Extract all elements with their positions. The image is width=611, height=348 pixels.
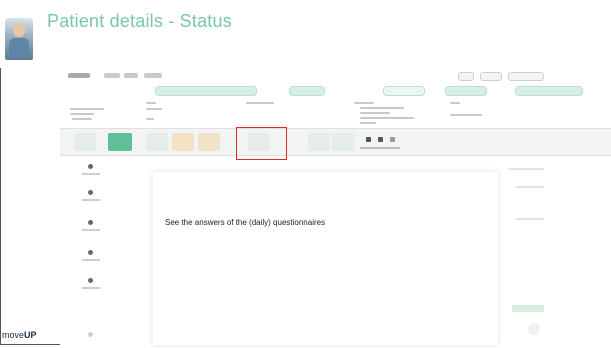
page-title: Patient details - Status xyxy=(47,11,232,31)
info-text xyxy=(146,118,154,120)
sidebar-item[interactable] xyxy=(78,276,104,294)
info-text xyxy=(70,108,104,110)
brand-suffix: UP xyxy=(24,330,37,340)
toolbar-label xyxy=(360,147,400,149)
info-text xyxy=(354,102,374,104)
info-text xyxy=(72,118,92,120)
info-text xyxy=(70,113,94,115)
toolbar-status-button[interactable] xyxy=(108,133,132,151)
user-menu-button[interactable] xyxy=(508,72,544,81)
panel-text xyxy=(508,168,544,170)
sidebar-item[interactable] xyxy=(78,188,104,206)
highlight-box xyxy=(236,127,287,160)
sidebar-icon xyxy=(88,164,93,169)
toolbar-button[interactable] xyxy=(146,133,168,151)
info-text xyxy=(450,114,482,116)
info-text xyxy=(360,117,414,119)
info-text xyxy=(146,102,156,104)
toolbar-icon[interactable] xyxy=(390,137,395,142)
sidebar-item[interactable] xyxy=(78,248,104,266)
sidebar-item[interactable] xyxy=(78,218,104,236)
sidebar-label xyxy=(82,199,100,201)
sidebar-label xyxy=(82,287,100,289)
questionnaire-popup: See the answers of the (daily) questionn… xyxy=(153,172,498,345)
toolbar-button[interactable] xyxy=(308,133,330,151)
sidebar-label xyxy=(82,229,100,231)
nav-button[interactable] xyxy=(458,72,474,81)
info-text xyxy=(360,112,390,114)
status-card xyxy=(383,86,425,96)
status-card xyxy=(445,86,487,96)
nav-button[interactable] xyxy=(480,72,502,81)
status-card xyxy=(155,86,257,96)
panel-text xyxy=(516,186,544,188)
sidebar-icon xyxy=(88,190,93,195)
sidebar-icon xyxy=(88,220,93,225)
info-text xyxy=(450,102,460,104)
popup-description: See the answers of the (daily) questionn… xyxy=(165,218,326,227)
sidebar-icon xyxy=(88,278,93,283)
info-text xyxy=(360,122,376,124)
nav-item[interactable] xyxy=(124,73,138,78)
sidebar-label xyxy=(82,173,100,175)
brand-logo: moveUP xyxy=(2,330,37,340)
sidebar-icon xyxy=(88,250,93,255)
patient-toolbar xyxy=(60,128,611,156)
toolbar-home-button[interactable] xyxy=(74,133,96,151)
info-text xyxy=(246,102,274,104)
header-cards xyxy=(155,86,585,96)
toolbar-button[interactable] xyxy=(172,133,194,151)
status-card xyxy=(515,86,583,96)
toolbar-icon[interactable] xyxy=(366,137,371,142)
sidebar-item[interactable] xyxy=(78,330,104,348)
brand-prefix: move xyxy=(2,330,25,340)
top-navigation xyxy=(60,70,611,84)
status-card xyxy=(289,86,325,96)
panel-circle-icon[interactable] xyxy=(528,323,540,335)
nav-item[interactable] xyxy=(104,73,120,78)
sidebar xyxy=(78,152,104,345)
toolbar-button[interactable] xyxy=(332,133,354,151)
app-logo xyxy=(68,73,90,78)
toolbar-button[interactable] xyxy=(198,133,220,151)
right-panel xyxy=(498,160,548,340)
sidebar-icon xyxy=(88,332,93,337)
info-text xyxy=(360,107,404,109)
toolbar-icon[interactable] xyxy=(378,137,383,142)
panel-text xyxy=(516,218,544,220)
sidebar-item[interactable] xyxy=(78,162,104,180)
nav-item[interactable] xyxy=(144,73,162,78)
info-text xyxy=(146,108,162,110)
sidebar-label xyxy=(82,259,100,261)
patient-info xyxy=(60,98,611,132)
doctor-avatar-icon xyxy=(5,18,33,60)
panel-button[interactable] xyxy=(512,305,544,312)
